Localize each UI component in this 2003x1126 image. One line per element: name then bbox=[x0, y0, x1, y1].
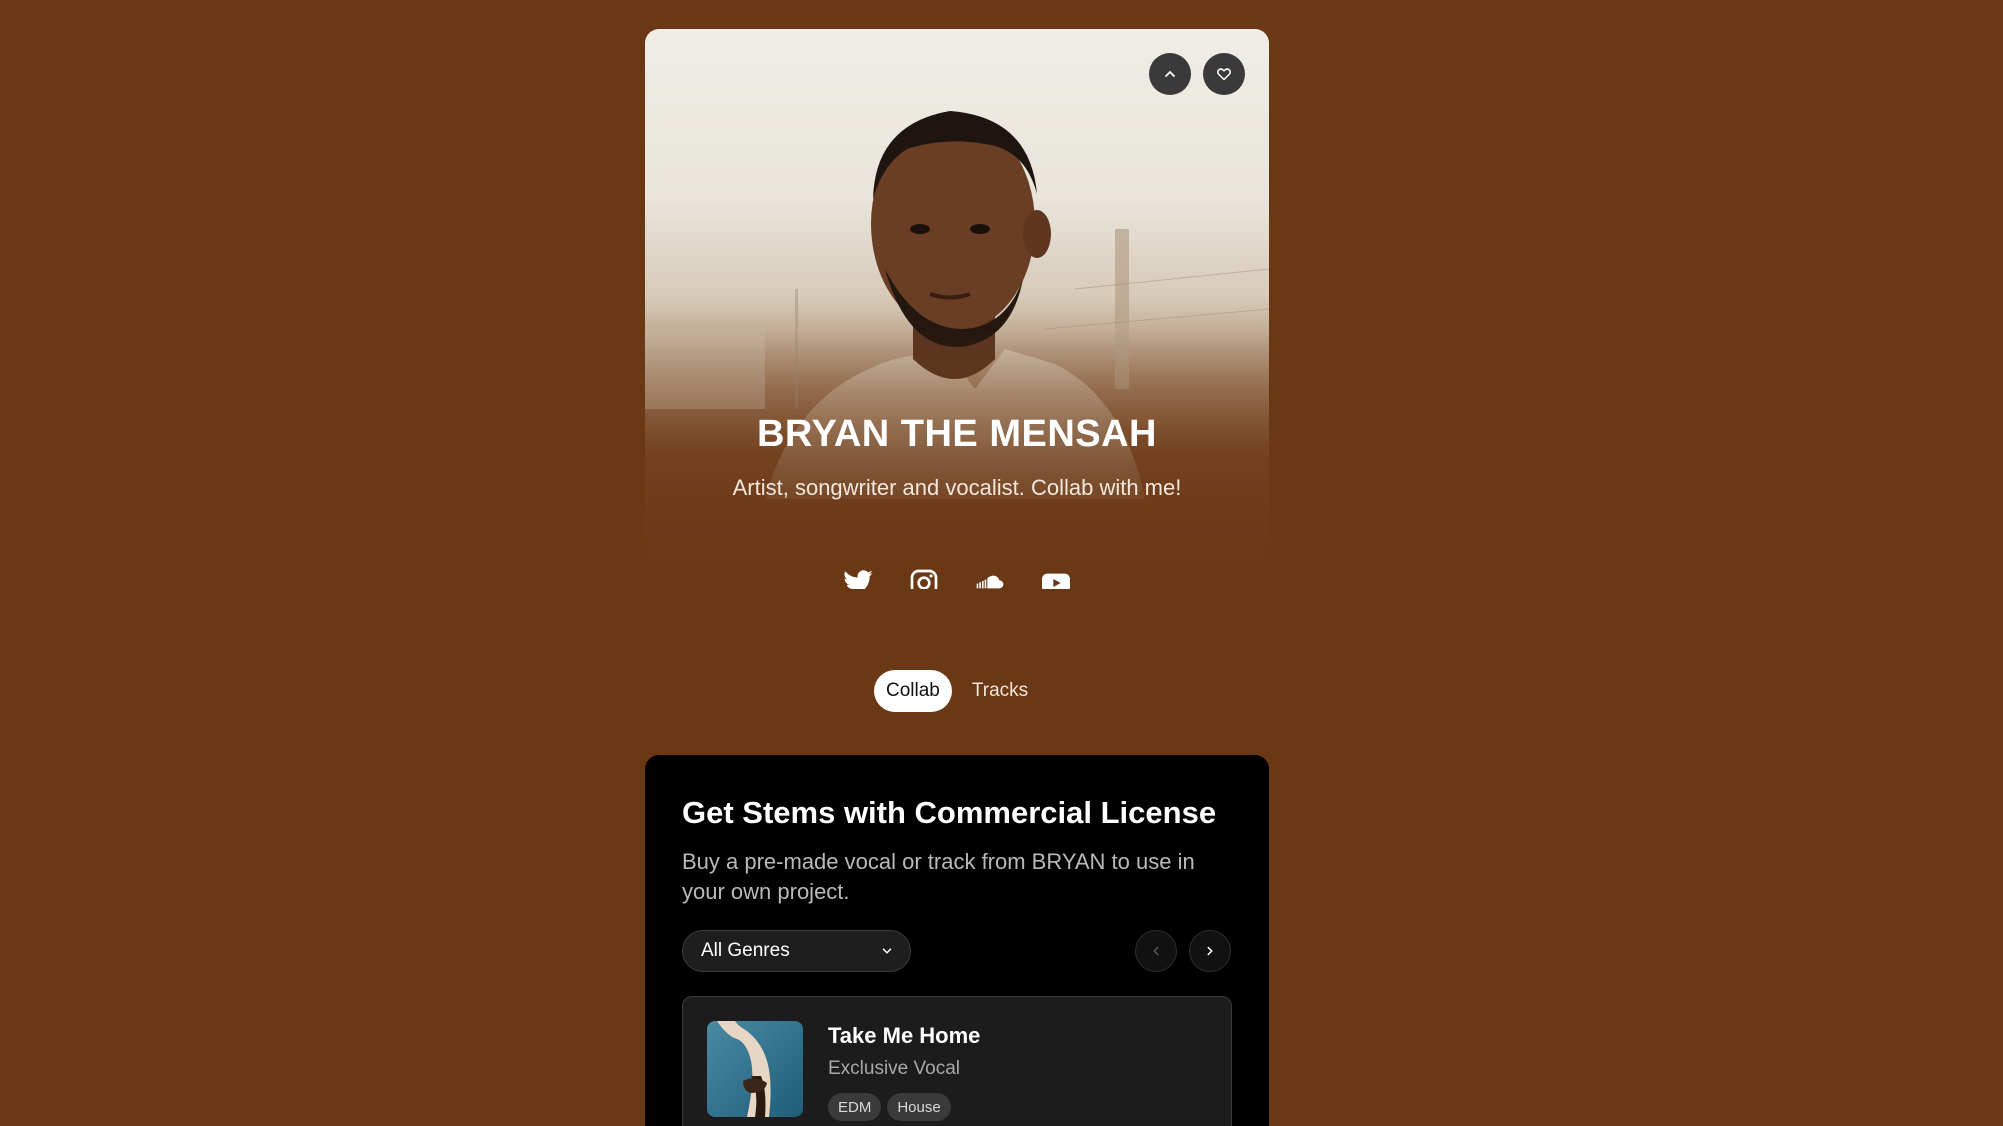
chevron-right-icon bbox=[1207, 946, 1213, 956]
page: BRYAN THE MENSAH Artist, songwriter and … bbox=[0, 0, 2003, 1126]
genre-filter-select[interactable]: All Genres bbox=[682, 930, 911, 972]
artist-profile-card: BRYAN THE MENSAH Artist, songwriter and … bbox=[645, 29, 1269, 589]
artist-photo bbox=[645, 29, 1269, 589]
collapse-button[interactable] bbox=[1149, 53, 1191, 95]
stems-title: Get Stems with Commercial License bbox=[682, 795, 1217, 830]
heart-icon bbox=[1217, 68, 1231, 81]
genre-filter-value: All Genres bbox=[701, 940, 790, 961]
chevron-left-icon bbox=[1153, 946, 1159, 956]
track-tags: EDM House bbox=[828, 1093, 951, 1121]
genre-tag: House bbox=[887, 1093, 951, 1121]
social-links bbox=[645, 566, 1269, 589]
stems-description: Buy a pre-made vocal or track from BRYAN… bbox=[682, 849, 1195, 904]
chevron-up-icon bbox=[1165, 71, 1175, 77]
track-type: Exclusive Vocal bbox=[828, 1058, 961, 1079]
artist-name: BRYAN THE MENSAH bbox=[756, 413, 1157, 455]
soundcloud-icon bbox=[976, 575, 1004, 589]
twitter-icon bbox=[844, 570, 873, 589]
track-title: Take Me Home bbox=[828, 1023, 981, 1048]
soundcloud-link[interactable] bbox=[973, 566, 1007, 589]
previous-button[interactable] bbox=[1135, 930, 1177, 972]
favorite-button[interactable] bbox=[1203, 53, 1245, 95]
tab-collab[interactable]: Collab bbox=[874, 670, 952, 712]
next-button[interactable] bbox=[1189, 930, 1231, 972]
tab-tracks[interactable]: Tracks bbox=[960, 670, 1040, 712]
youtube-icon bbox=[1042, 573, 1070, 589]
instagram-icon bbox=[910, 569, 938, 589]
chevron-down-icon bbox=[882, 948, 892, 954]
track-artwork bbox=[707, 1021, 803, 1117]
youtube-link[interactable] bbox=[1039, 566, 1073, 589]
track-card[interactable]: Take Me Home Exclusive Vocal EDM House bbox=[682, 996, 1232, 1126]
twitter-link[interactable] bbox=[841, 566, 875, 589]
instagram-link[interactable] bbox=[907, 566, 941, 589]
artist-bio: Artist, songwriter and vocalist. Collab … bbox=[732, 475, 1182, 500]
profile-tabs: Collab Tracks bbox=[874, 670, 1040, 712]
genre-tag: EDM bbox=[828, 1093, 882, 1121]
stems-section: Get Stems with Commercial License Buy a … bbox=[645, 755, 1269, 1126]
